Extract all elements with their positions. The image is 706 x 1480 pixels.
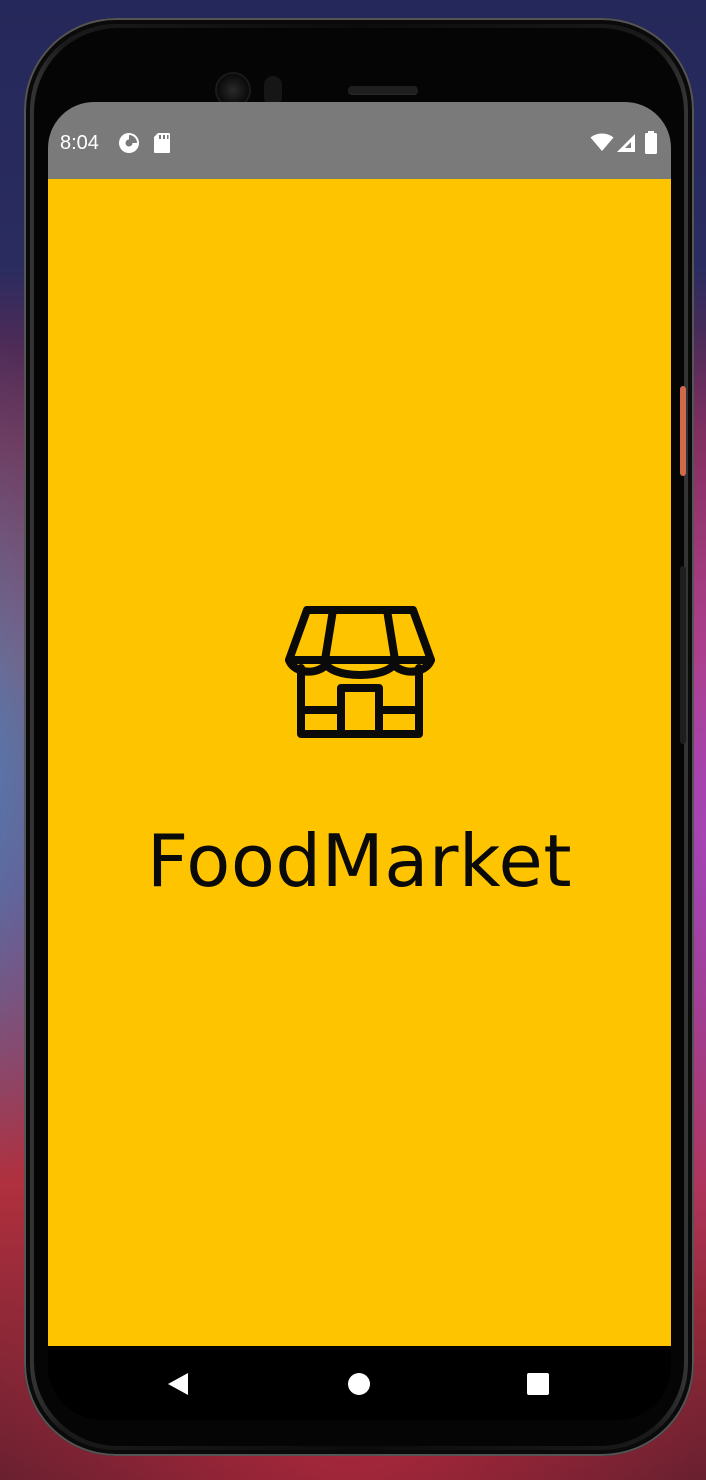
data-saver-icon [119, 133, 139, 153]
wifi-icon [590, 133, 614, 151]
sd-card-icon [154, 133, 170, 153]
cell-signal-icon [617, 134, 635, 152]
recents-icon[interactable] [524, 1370, 552, 1398]
home-icon[interactable] [345, 1370, 373, 1398]
power-button[interactable] [680, 386, 686, 476]
navigation-bar [48, 1346, 671, 1420]
storefront-icon [285, 606, 435, 738]
earpiece-speaker [348, 86, 418, 94]
status-time: 8:04 [60, 132, 99, 154]
status-bar: 8:04 [48, 102, 671, 179]
app-title: FoodMarket [146, 819, 573, 903]
device-screen: 8:04 FoodMarket [48, 102, 671, 1420]
splash-screen: FoodMarket [48, 179, 671, 1346]
volume-rocker[interactable] [680, 566, 686, 744]
battery-icon [645, 131, 657, 154]
back-icon[interactable] [164, 1370, 192, 1398]
